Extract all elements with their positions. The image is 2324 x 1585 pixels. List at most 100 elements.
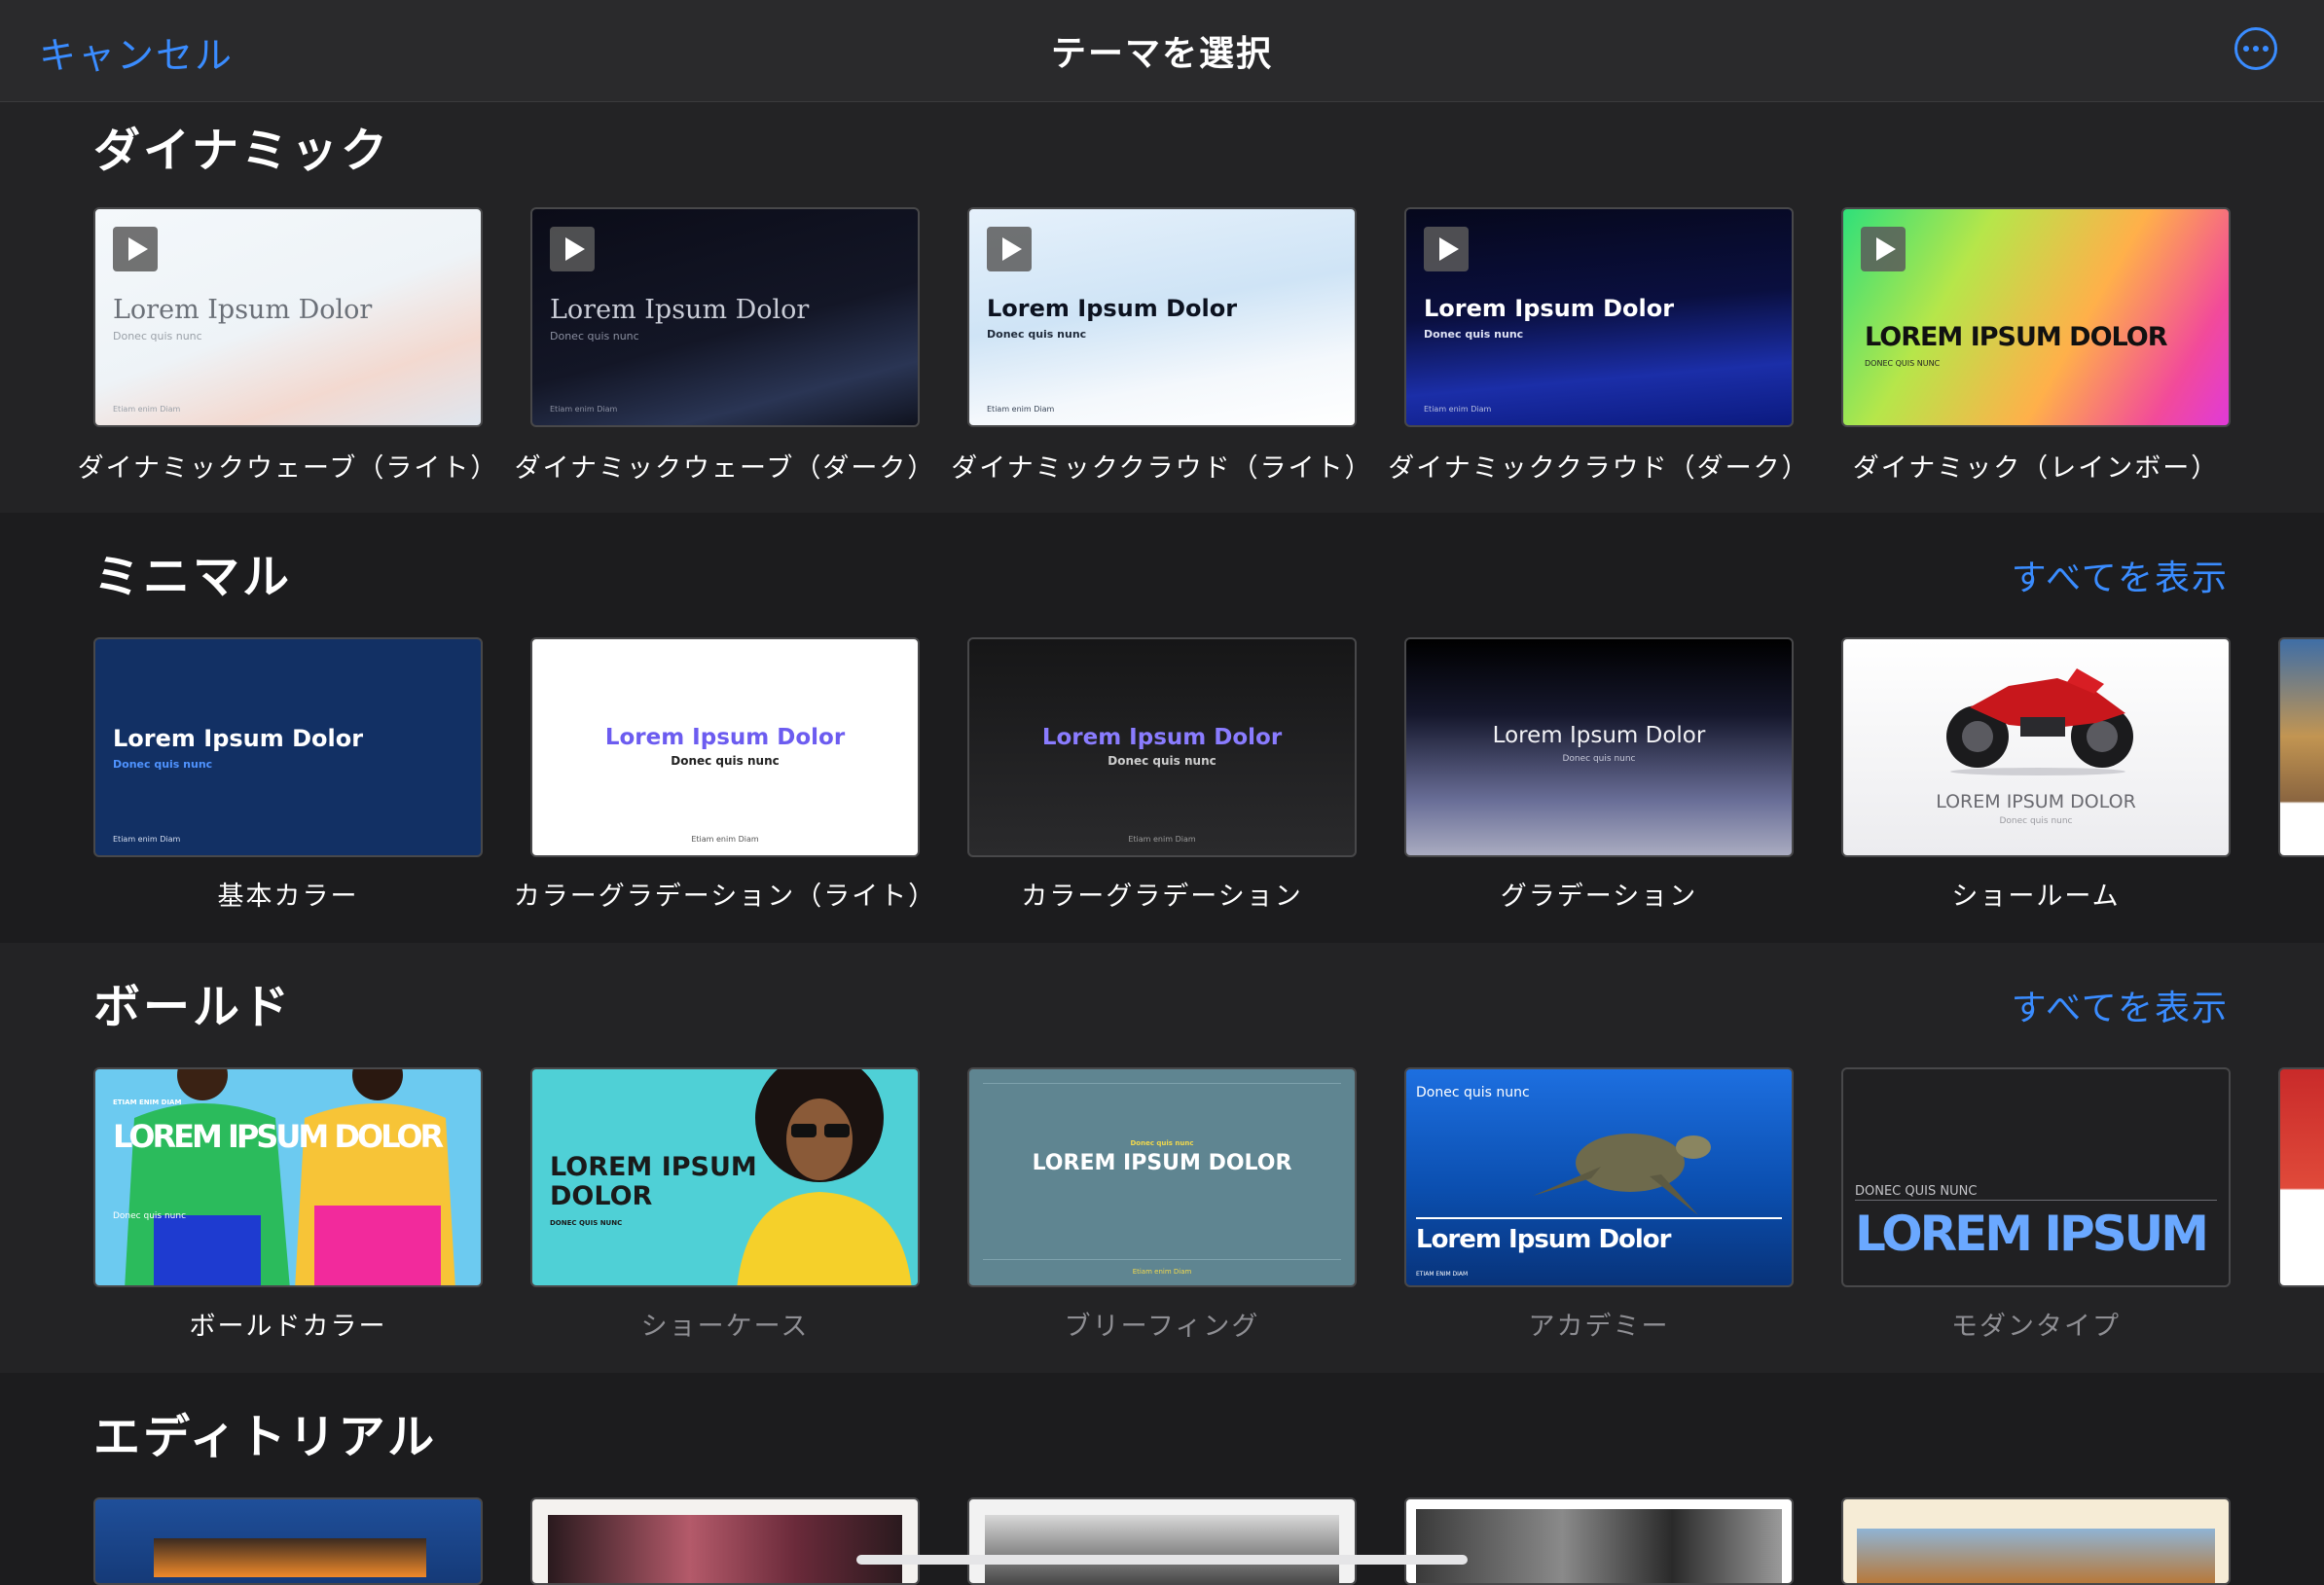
theme-card-partial[interactable] (2278, 1067, 2324, 1287)
theme-preview-footer: Etiam enim Diam (1128, 835, 1196, 844)
theme-name: ダイナミッククラウド（ライト） (951, 453, 1373, 484)
theme-preview-subtitle: Donec quis nunc (1130, 1139, 1194, 1147)
lipstick-image (548, 1515, 902, 1583)
see-all-button[interactable]: すべてを表示 (2012, 980, 2229, 1030)
theme-preview-title: Lorem Ipsum Dolor (1492, 723, 1706, 748)
theme-name: 基本カラー (217, 882, 359, 912)
see-all-button[interactable]: すべてを表示 (2012, 550, 2229, 600)
theme-name: カラーグラデーション (1021, 882, 1303, 912)
theme-card-briefing[interactable]: Donec quis nunc LOREM IPSUM DOLOR Etiam … (967, 1067, 1357, 1287)
theme-name: ダイナミック（レインボー） (1852, 453, 2220, 484)
theme-card-dynamic-wave-dark[interactable]: Lorem Ipsum Dolor Donec quis nunc Etiam … (530, 207, 920, 427)
theme-name: グラデーション (1500, 882, 1698, 912)
play-icon (1861, 227, 1906, 271)
section-editorial: エディトリアル (0, 1373, 2324, 1585)
sea-turtle-image (1533, 1134, 1711, 1215)
theme-preview-title: LOREM IPSUM DOLOR (113, 1118, 444, 1155)
theme-card-editorial-3[interactable] (967, 1497, 1357, 1585)
page-title: テーマを選択 (1050, 34, 1273, 74)
theme-name: ショールーム (1951, 882, 2121, 912)
section-title: ダイナミック (93, 124, 391, 178)
theme-card-editorial-1[interactable] (93, 1497, 483, 1585)
theme-preview-subtitle: Donec quis nunc (671, 754, 780, 768)
theme-preview-subtitle: Donec quis nunc (550, 330, 639, 342)
theme-card-gradient[interactable]: Lorem Ipsum Dolor Donec quis nunc (1404, 637, 1794, 857)
theme-preview-title: LOREM IPSUM DOLOR (1936, 791, 2136, 812)
theme-name: ブリーフィング (1064, 1312, 1260, 1342)
theme-preview-subtitle: Donec quis nunc (1416, 1085, 1530, 1100)
theme-card-dynamic-cloud-light[interactable]: Lorem Ipsum Dolor Donec quis nunc Etiam … (967, 207, 1357, 427)
theme-preview-title: LOREM IPSUM DOLOR (1032, 1151, 1292, 1175)
theme-preview-title: LOREM IPSUM DOLOR (550, 1152, 757, 1211)
theme-preview-title: LOREM IPSUM DOLOR (1865, 322, 2168, 352)
theme-preview-footer: Etiam enim Diam (113, 405, 181, 414)
section-title: ボールド (93, 980, 293, 1034)
theme-preview-footer: Etiam enim Diam (113, 835, 181, 844)
theme-card-dynamic-wave-light[interactable]: Lorem Ipsum Dolor Donec quis nunc Etiam … (93, 207, 483, 427)
play-icon (550, 227, 595, 271)
play-icon (1424, 227, 1469, 271)
theme-preview-title: Lorem Ipsum Dolor (1424, 295, 1675, 322)
theme-card-modern-type[interactable]: DONEC QUIS NUNC LOREM IPSUM (1841, 1067, 2231, 1287)
theme-preview-subtitle: DONEC QUIS NUNC (1855, 1184, 1978, 1199)
divider (1855, 1200, 2217, 1201)
section-title: エディトリアル (93, 1410, 438, 1464)
divider (983, 1083, 1341, 1084)
home-indicator (856, 1555, 1468, 1565)
theme-preview-subtitle: Donec quis nunc (1999, 816, 2073, 826)
theme-name: ダイナミッククラウド（ダーク） (1388, 453, 1810, 484)
theme-preview-footer: Etiam enim Diam (1424, 405, 1492, 414)
theme-preview-footer: ETIAM ENIM DIAM (1416, 1271, 1469, 1278)
theme-preview-subtitle: Donec quis nunc (987, 328, 1087, 341)
section-bold: ボールド すべてを表示 ETIAM ENIM DIAM LOREM IPSUM … (0, 943, 2324, 1373)
theme-card-academy[interactable]: Donec quis nunc Lorem Ipsum Dolor ETIAM … (1404, 1067, 1794, 1287)
theme-preview-subtitle: Donec quis nunc (113, 758, 213, 771)
children-photo-image (1416, 1509, 1782, 1583)
theme-name: ダイナミックウェーブ（ライト） (77, 453, 499, 484)
theme-card-dynamic-rainbow[interactable]: LOREM IPSUM DOLOR DONEC QUIS NUNC (1841, 207, 2231, 427)
divider (1416, 1217, 1782, 1219)
building-image (154, 1538, 426, 1577)
coast-image (1857, 1529, 2215, 1583)
theme-preview-title: Lorem Ipsum Dolor (550, 295, 810, 325)
theme-card-color-gradient[interactable]: Lorem Ipsum Dolor Donec quis nunc Etiam … (967, 637, 1357, 857)
theme-card-partial[interactable] (2278, 637, 2324, 857)
bridge-image (985, 1515, 1339, 1583)
theme-card-editorial-2[interactable] (530, 1497, 920, 1585)
theme-name: モダンタイプ (1951, 1312, 2121, 1342)
theme-preview-title: Lorem Ipsum Dolor (604, 725, 846, 750)
theme-preview-subtitle: DONEC QUIS NUNC (1865, 359, 1941, 368)
theme-card-basic-color[interactable]: Lorem Ipsum Dolor Donec quis nunc Etiam … (93, 637, 483, 857)
play-icon (113, 227, 158, 271)
theme-card-dynamic-cloud-dark[interactable]: Lorem Ipsum Dolor Donec quis nunc Etiam … (1404, 207, 1794, 427)
theme-preview-subtitle: Donec quis nunc (113, 1211, 187, 1221)
theme-card-bold-color[interactable]: ETIAM ENIM DIAM LOREM IPSUM DOLOR Donec … (93, 1067, 483, 1287)
theme-preview-footer: Etiam enim Diam (1132, 1268, 1192, 1276)
play-icon (987, 227, 1032, 271)
divider (983, 1259, 1341, 1260)
theme-name: ダイナミックウェーブ（ダーク） (514, 453, 936, 484)
theme-card-editorial-5[interactable] (1841, 1497, 2231, 1585)
theme-preview-footer: Etiam enim Diam (987, 405, 1055, 414)
section-dynamic: ダイナミック Lorem Ipsum Dolor Donec quis nunc… (0, 102, 2324, 513)
theme-preview-footer: ETIAM ENIM DIAM (113, 1099, 182, 1106)
theme-card-color-gradient-light[interactable]: Lorem Ipsum Dolor Donec quis nunc Etiam … (530, 637, 920, 857)
section-title: ミニマル (93, 550, 293, 604)
theme-preview-subtitle: Donec quis nunc (1562, 754, 1636, 764)
ellipsis-circle-icon[interactable] (2234, 27, 2277, 70)
theme-name: ボールドカラー (189, 1312, 387, 1342)
theme-preview-subtitle: DONEC QUIS NUNC (550, 1219, 623, 1227)
theme-preview-subtitle: Donec quis nunc (1108, 754, 1216, 768)
theme-preview-title: Lorem Ipsum Dolor (113, 725, 364, 752)
motorcycle-image (1946, 668, 2133, 775)
theme-preview-subtitle: Donec quis nunc (1424, 328, 1524, 341)
theme-preview-title: Lorem Ipsum Dolor (987, 295, 1238, 322)
theme-card-showroom[interactable]: LOREM IPSUM DOLOR Donec quis nunc (1841, 637, 2231, 857)
theme-preview-title: Lorem Ipsum Dolor (1416, 1225, 1671, 1254)
theme-preview-title: LOREM IPSUM (1855, 1206, 2209, 1262)
theme-preview-footer: Etiam enim Diam (550, 405, 618, 414)
theme-card-showcase[interactable]: LOREM IPSUM DOLOR DONEC QUIS NUNC (530, 1067, 920, 1287)
theme-name: アカデミー (1528, 1312, 1670, 1342)
theme-name: カラーグラデーション（ライト） (513, 882, 937, 912)
theme-card-editorial-4[interactable] (1404, 1497, 1794, 1585)
